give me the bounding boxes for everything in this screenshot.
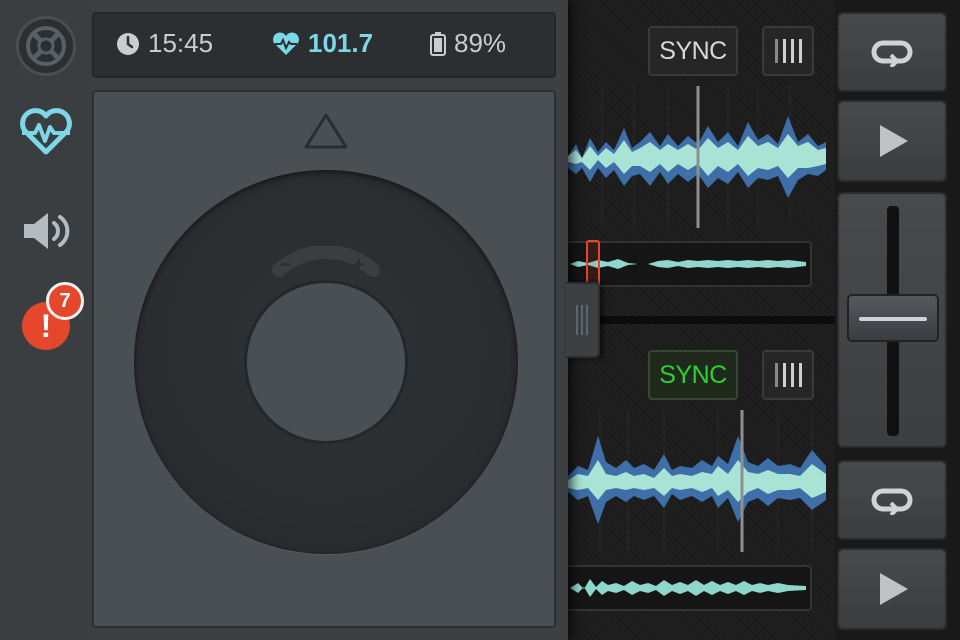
deck-b-waveform[interactable] — [568, 410, 826, 552]
deck-a-grid-button[interactable] — [762, 26, 814, 76]
deck-b-sync-button[interactable]: SYNC — [648, 350, 738, 400]
jog-wheel-center[interactable] — [244, 280, 408, 444]
deck-b-overview[interactable] — [566, 565, 812, 611]
beatgrid-icon — [774, 363, 802, 387]
bpm-status: 101.7 — [272, 28, 373, 59]
sidebar-item-heartbeat[interactable] — [18, 104, 74, 160]
crossfader[interactable] — [837, 192, 947, 448]
deck-a-playhead-marker[interactable] — [586, 240, 600, 288]
app-logo[interactable] — [16, 16, 76, 76]
bpm-value: 101.7 — [308, 28, 374, 58]
up-arrow-icon[interactable] — [303, 112, 349, 155]
speaker-icon — [24, 213, 70, 249]
battery-value: 89% — [454, 28, 507, 58]
deck-a-waveform[interactable] — [568, 86, 826, 228]
notification-badge: 7 — [46, 282, 84, 320]
battery-icon — [430, 31, 446, 56]
loop-icon — [871, 488, 913, 515]
panel-drag-handle[interactable] — [566, 282, 600, 358]
crossfader-knob[interactable] — [847, 294, 939, 342]
deck-b-play-button[interactable] — [837, 548, 947, 630]
battery-status: 89% — [430, 28, 506, 59]
logo-icon — [26, 26, 66, 66]
play-icon — [880, 125, 908, 157]
sidebar-item-alerts[interactable]: ! 7 — [20, 282, 86, 354]
play-icon — [880, 573, 908, 605]
plus-label[interactable]: + — [353, 254, 365, 277]
time-value: 15:45 — [148, 28, 214, 58]
heart-rate-panel: 15:45 101.7 89% ! 7 − + — [0, 0, 568, 640]
heart-pulse-icon — [272, 32, 300, 56]
loop-icon — [871, 40, 913, 67]
sidebar-item-volume[interactable] — [18, 206, 74, 256]
beatgrid-icon — [774, 39, 802, 63]
deck-a-play-button[interactable] — [837, 100, 947, 182]
deck-a-overview[interactable] — [566, 241, 812, 287]
jog-wheel[interactable]: − + — [134, 170, 518, 554]
heart-pulse-icon — [20, 108, 72, 155]
status-bar: 15:45 101.7 89% — [92, 12, 556, 78]
deck-a-sync-button[interactable]: SYNC — [648, 26, 738, 76]
deck-b-grid-button[interactable] — [762, 350, 814, 400]
clock-icon — [116, 32, 140, 56]
minus-label[interactable]: − — [280, 254, 292, 277]
deck-b-loop-button[interactable] — [837, 460, 947, 540]
jog-pad[interactable]: − + — [92, 90, 556, 628]
deck-a-loop-button[interactable] — [837, 12, 947, 92]
clock-status: 15:45 — [116, 28, 213, 59]
